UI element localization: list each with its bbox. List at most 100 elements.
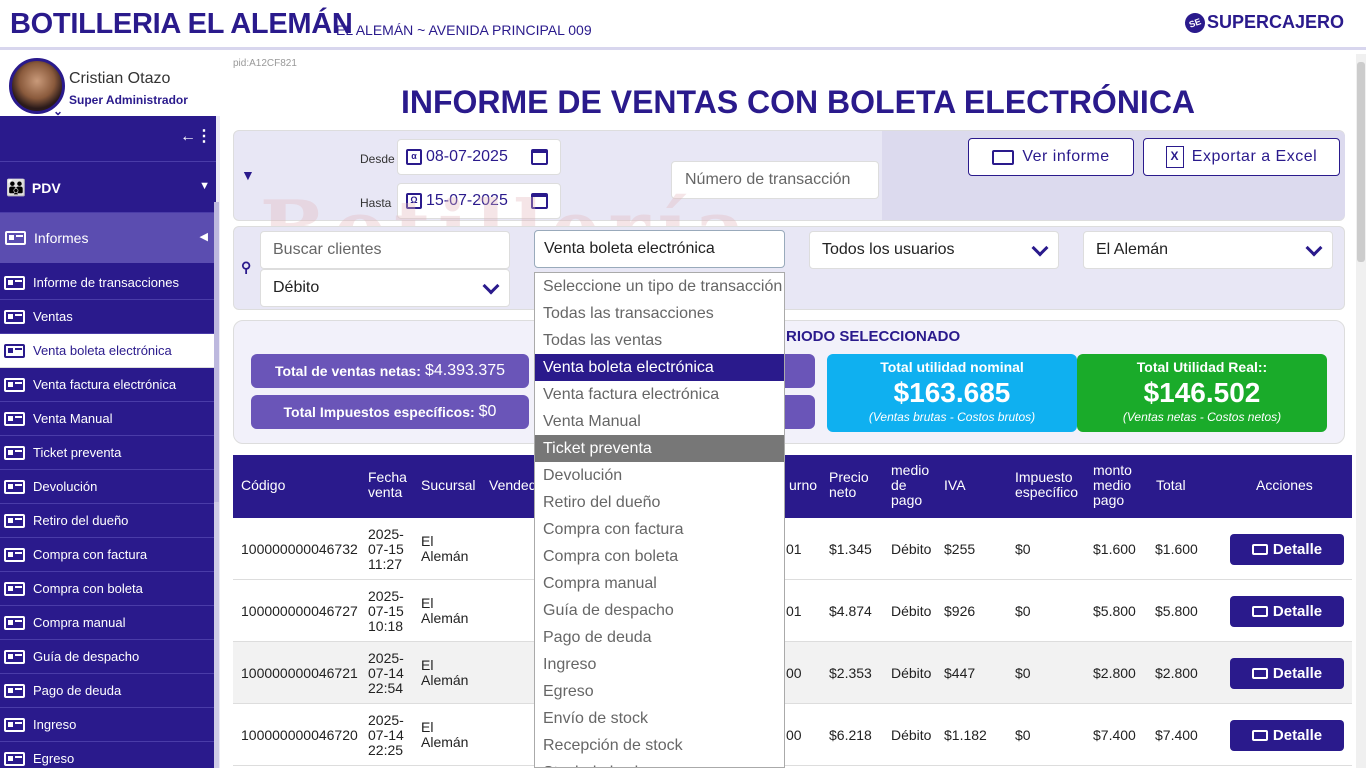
detalle-button[interactable]: Detalle [1230, 534, 1344, 565]
cell-impuesto: $0 [1015, 727, 1031, 743]
caret-down-icon: ▼ [199, 180, 210, 192]
dropdown-option[interactable]: Pago de deuda [535, 624, 784, 651]
report-icon [4, 751, 25, 766]
sidebar-item-venta-manual[interactable]: Venta Manual [0, 402, 216, 436]
sidebar-item-label: Retiro del dueño [33, 513, 129, 528]
chevron-down-icon [482, 277, 500, 295]
calendar-icon[interactable] [531, 149, 548, 165]
dropdown-option[interactable]: Venta Manual [535, 408, 784, 435]
sidebar-item-compra-boleta[interactable]: Compra con boleta [0, 572, 216, 606]
export-excel-button[interactable]: X Exportar a Excel [1143, 138, 1340, 176]
dropdown-option[interactable]: Compra con factura [535, 516, 784, 543]
col-total[interactable]: Total [1156, 478, 1186, 493]
informes-submenu: Informe de transacciones Ventas Venta bo… [0, 266, 216, 768]
report-icon [4, 343, 25, 358]
sidebar-item-pago-deuda[interactable]: Pago de deuda [0, 674, 216, 708]
sidebar-item-informes[interactable]: Informes ◀ [0, 213, 216, 263]
dropdown-option[interactable]: Envío de stock [535, 705, 784, 732]
user-role: Super Administrador [69, 93, 188, 107]
report-icon [4, 377, 25, 392]
page-scrollbar-thumb[interactable] [1357, 62, 1365, 262]
sidebar-item-label: Compra con factura [33, 547, 148, 562]
sidebar-item-label: Compra manual [33, 615, 126, 630]
col-medio-pago[interactable]: medio de pago [891, 463, 936, 508]
user-profile: ⌄ Cristian Otazo Super Administrador [0, 54, 220, 118]
supercajero-logo[interactable]: SE SUPERCAJERO [1182, 9, 1344, 36]
branch-select-value: El Alemán [1096, 241, 1169, 258]
desde-date-input[interactable]: α 08-07-2025 [397, 139, 561, 175]
sidebar-item-ticket-preventa[interactable]: Ticket preventa [0, 436, 216, 470]
sidebar-item-pdv[interactable]: 👪 PDV ▼ [0, 168, 216, 208]
dropdown-option[interactable]: Todas las transacciones [535, 300, 784, 327]
dropdown-option[interactable]: Devolución [535, 462, 784, 489]
users-icon: 👪 [6, 180, 26, 197]
cell-monto: $7.400 [1093, 727, 1136, 743]
sidebar-item-egreso[interactable]: Egreso [0, 742, 216, 768]
branch-select[interactable]: El Alemán [1083, 231, 1333, 269]
col-precio-neto[interactable]: Precio neto [829, 470, 874, 500]
sidebar-item-devolucion[interactable]: Devolución [0, 470, 216, 504]
col-sucursal[interactable]: Sucursal [421, 478, 475, 493]
cell-fecha: 2025-07-15 10:18 [368, 588, 404, 634]
detalle-label: Detalle [1272, 603, 1323, 620]
col-iva[interactable]: IVA [944, 478, 966, 493]
dropdown-option-hovered[interactable]: Ticket preventa [535, 435, 784, 462]
col-monto-medio-pago[interactable]: monto medio pago [1093, 463, 1143, 508]
sidebar-scrollbar-thumb[interactable] [214, 202, 219, 502]
report-icon [4, 411, 25, 426]
dropdown-option[interactable]: Venta factura electrónica [535, 381, 784, 408]
sidebar-item-label: Informe de transacciones [33, 275, 179, 290]
dropdown-option[interactable]: Ingreso [535, 651, 784, 678]
cell-sucursal: El Alemán [421, 595, 469, 626]
report-icon [4, 479, 25, 494]
sidebar-item-informe-transacciones[interactable]: Informe de transacciones [0, 266, 216, 300]
dropdown-option-selected[interactable]: Venta boleta electrónica [535, 354, 784, 381]
ventas-netas-value: $4.393.375 [424, 362, 506, 379]
dropdown-option[interactable]: Retiro del dueño [535, 489, 784, 516]
col-fecha[interactable]: Fecha venta [368, 470, 413, 500]
dropdown-option[interactable]: Todas las ventas [535, 327, 784, 354]
collapse-sidebar-icon[interactable]: ←⋮ [180, 126, 212, 146]
sidebar-item-ingreso[interactable]: Ingreso [0, 708, 216, 742]
sidebar-item-ventas[interactable]: Ventas [0, 300, 216, 334]
dropdown-option[interactable]: Compra con boleta [535, 543, 784, 570]
sidebar-item-label: PDV [31, 180, 61, 196]
sidebar-item-compra-manual[interactable]: Compra manual [0, 606, 216, 640]
report-icon [4, 275, 25, 290]
dropdown-option[interactable]: Compra manual [535, 570, 784, 597]
detalle-button[interactable]: Detalle [1230, 720, 1344, 751]
detalle-button[interactable]: Detalle [1230, 658, 1344, 689]
sidebar-item-guia-despacho[interactable]: Guía de despacho [0, 640, 216, 674]
buscar-clientes-input[interactable]: Buscar clientes [260, 231, 510, 269]
users-select[interactable]: Todos los usuarios [809, 231, 1059, 269]
transaction-type-select[interactable]: Venta boleta electrónica [534, 230, 785, 268]
report-icon [4, 615, 25, 630]
ver-informe-button[interactable]: Ver informe [968, 138, 1134, 176]
dropdown-option[interactable]: Recepción de stock [535, 732, 784, 759]
dropdown-option[interactable]: Seleccione un tipo de transacción [535, 273, 784, 300]
calendar-alpha-icon: α [406, 149, 422, 165]
col-turno[interactable]: urno [789, 478, 817, 493]
cell-codigo: 100000000046721 [241, 665, 358, 681]
dropdown-option[interactable]: Guía de despacho [535, 597, 784, 624]
sidebar-item-venta-boleta-electronica[interactable]: Venta boleta electrónica [0, 334, 216, 368]
cell-sucursal: El Alemán [421, 657, 469, 688]
sidebar-item-retiro-dueno[interactable]: Retiro del dueño [0, 504, 216, 538]
cell-medio: Débito [891, 665, 932, 681]
payment-select[interactable]: Débito [260, 269, 510, 307]
sidebar-item-label: Devolución [33, 479, 98, 494]
dropdown-option[interactable]: Egreso [535, 678, 784, 705]
dropdown-option[interactable]: Stock de los bares [535, 759, 784, 768]
cell-precio: $2.353 [829, 665, 872, 681]
table-header: Código Fecha venta Sucursal Vendedor urn… [233, 455, 1352, 518]
detalle-button[interactable]: Detalle [1230, 596, 1344, 627]
detalle-label: Detalle [1272, 665, 1323, 682]
sidebar-item-venta-factura-electronica[interactable]: Venta factura electrónica [0, 368, 216, 402]
report-icon [1251, 730, 1268, 741]
col-codigo[interactable]: Código [241, 478, 285, 493]
cell-impuesto: $0 [1015, 603, 1031, 619]
summary-title: RIODO SELECCIONADO [786, 328, 961, 345]
col-impuesto-especifico[interactable]: Impuesto específico [1015, 470, 1085, 500]
sidebar-item-compra-factura[interactable]: Compra con factura [0, 538, 216, 572]
export-excel-label: Exportar a Excel [1191, 148, 1318, 165]
